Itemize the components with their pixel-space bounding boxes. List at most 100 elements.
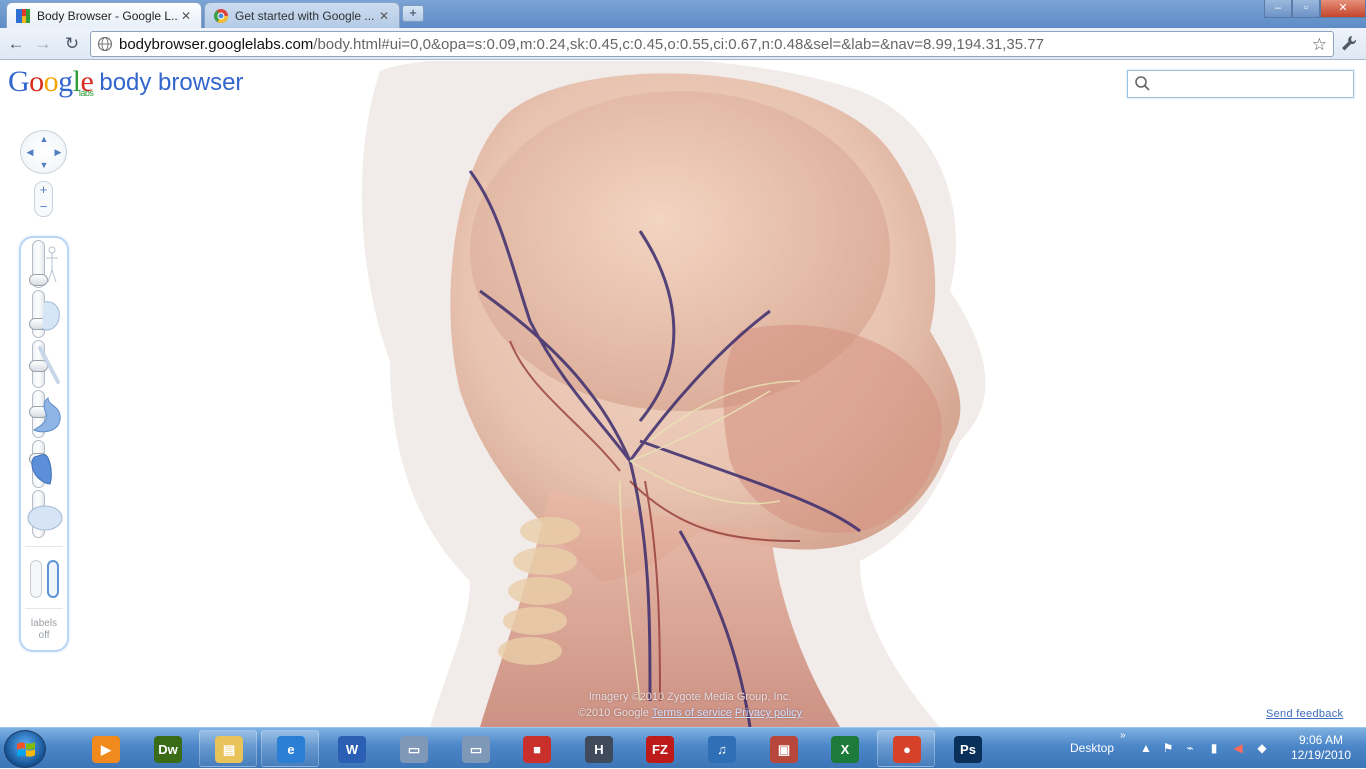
minimize-button[interactable]: –	[1264, 0, 1292, 18]
taskbar-explorer[interactable]: ▤	[199, 730, 257, 767]
taskbar-window-app-1[interactable]: ▭	[384, 730, 442, 767]
tab-get-started[interactable]: Get started with Google ... ✕	[204, 2, 400, 28]
layer-slider-organs[interactable]	[26, 390, 64, 438]
product-name: body browser	[99, 69, 244, 96]
taskbar-chrome[interactable]: ●	[877, 730, 935, 767]
image-app-icon: ▣	[770, 736, 798, 763]
clock-date: 12/19/2010	[1290, 748, 1352, 762]
google-body-browser-logo[interactable]: Google labs body browser	[8, 67, 244, 99]
pan-right-icon[interactable]: ▶	[53, 147, 63, 157]
tab-body-browser[interactable]: Body Browser - Google L... ✕	[6, 2, 202, 28]
taskbar-red-app[interactable]: ■	[507, 730, 565, 767]
desktop-toolbar-label[interactable]: Desktop	[1070, 741, 1114, 755]
network-signal-icon[interactable]: ▮	[1206, 740, 1222, 756]
window-app-2-icon: ▭	[462, 736, 490, 763]
taskbar-filezilla[interactable]: FZ	[630, 730, 688, 767]
pan-down-icon[interactable]: ▼	[39, 160, 49, 170]
taskbar-image-app[interactable]: ▣	[754, 730, 812, 767]
labels-toggle-off[interactable]	[30, 560, 42, 598]
labels-status-line2: off	[38, 630, 50, 641]
layer-slider-skeleton[interactable]	[26, 340, 64, 388]
pan-up-icon[interactable]: ▲	[39, 134, 49, 144]
terms-link[interactable]: Terms of service	[652, 707, 732, 719]
browser-toolbar: ← → ↻ bodybrowser.googlelabs.com /body.h…	[0, 28, 1366, 60]
pan-left-icon[interactable]: ◀	[25, 147, 35, 157]
red-app-icon: ■	[523, 736, 551, 763]
layer-slider-muscle[interactable]	[26, 290, 64, 338]
itunes-icon: ♫	[708, 736, 736, 763]
tab-title: Body Browser - Google L...	[37, 8, 179, 23]
taskbar-dreamweaver[interactable]: Dw	[138, 730, 196, 767]
tab-close-icon[interactable]: ✕	[179, 9, 193, 23]
close-window-button[interactable]: ✕	[1320, 0, 1366, 18]
usb-device-icon[interactable]: ⌁	[1182, 740, 1198, 756]
taskbar-h-app[interactable]: H	[569, 730, 627, 767]
layer-slider-skin[interactable]	[26, 240, 64, 288]
skin-figure-icon	[46, 246, 58, 283]
divider	[25, 608, 63, 609]
action-center-flag-icon[interactable]: ⚑	[1160, 740, 1176, 756]
taskbar-internet-explorer[interactable]: e	[261, 730, 319, 767]
start-button[interactable]	[4, 730, 46, 768]
taskbar-window-app-2[interactable]: ▭	[446, 730, 504, 767]
body-browser-page: Google labs body browser ▲ ▼ ◀ ▶ + − lab…	[0, 61, 1366, 727]
labels-toggle-on[interactable]	[47, 560, 59, 598]
send-feedback-link[interactable]: Send feedback	[1266, 708, 1343, 720]
zoom-in-button[interactable]: +	[35, 182, 52, 198]
desktop-chevron-icon[interactable]: »	[1120, 730, 1126, 741]
muscle-icon	[41, 301, 60, 331]
windows-taskbar: ▶ Dw ▤ e W ▭ ▭ ■ H FZ ♫ ▣ X ● Ps Desktop » ▲ ⚑ ⌁ ▮ ◀ ◆…	[0, 727, 1366, 768]
internet-explorer-icon: e	[277, 736, 305, 763]
wrench-menu-icon[interactable]	[1340, 34, 1358, 54]
search-icon	[1135, 76, 1150, 91]
heart-icon	[31, 454, 52, 485]
google-logo: Google labs	[8, 67, 94, 99]
maximize-button[interactable]: ▫	[1292, 0, 1320, 18]
privacy-link[interactable]: Privacy policy	[735, 707, 802, 719]
back-button[interactable]: ←	[6, 34, 26, 54]
chrome-favicon	[214, 8, 228, 23]
show-hidden-icons-icon[interactable]: ▲	[1138, 740, 1154, 756]
reload-button[interactable]: ↻	[62, 34, 82, 54]
volume-muted-icon[interactable]: ◀	[1230, 740, 1246, 756]
clock[interactable]: 9:06 AM 12/19/2010	[1284, 733, 1358, 763]
system-tray: Desktop » ▲ ⚑ ⌁ ▮ ◀ ◆ 9:06 AM 12/19/2010	[1062, 728, 1366, 769]
labs-label: labs	[78, 88, 94, 98]
filezilla-icon: FZ	[646, 736, 674, 763]
labels-status-line1: labels	[30, 618, 58, 629]
url-host: bodybrowser.googlelabs.com	[119, 35, 314, 53]
taskbar-itunes[interactable]: ♫	[692, 730, 750, 767]
search-box[interactable]	[1127, 70, 1354, 98]
page-globe-icon	[97, 36, 113, 52]
clock-time: 9:06 AM	[1298, 733, 1344, 747]
zoom-out-button[interactable]: −	[35, 199, 52, 215]
pan-control[interactable]: ▲ ▼ ◀ ▶	[20, 130, 67, 174]
imagery-credit: Imagery ©2010 Zygote Media Group, Inc.	[588, 691, 792, 703]
forward-button[interactable]: →	[33, 34, 53, 54]
dreamweaver-icon: Dw	[154, 736, 182, 763]
divider	[25, 546, 63, 547]
taskbar-photoshop[interactable]: Ps	[938, 730, 996, 767]
url-path: /body.html#ui=0,0&opa=s:0.09,m:0.24,sk:0…	[313, 35, 1044, 53]
tab-close-icon[interactable]: ✕	[377, 9, 391, 23]
google-copyright: ©2010 Google	[577, 707, 649, 719]
bookmark-star-icon[interactable]: ☆	[1312, 35, 1327, 55]
word-icon: W	[338, 736, 366, 763]
taskbar-word[interactable]: W	[322, 730, 380, 767]
address-bar[interactable]: bodybrowser.googlelabs.com /body.html#ui…	[90, 31, 1334, 57]
window-controls: – ▫ ✕	[1264, 0, 1366, 18]
media-player-icon: ▶	[92, 736, 120, 763]
taskbar-media-player[interactable]: ▶	[76, 730, 134, 767]
search-input[interactable]	[1156, 74, 1346, 94]
layer-slider-nervous[interactable]	[26, 490, 64, 538]
taskbar-excel[interactable]: X	[815, 730, 873, 767]
labels-toggle[interactable]	[30, 560, 60, 600]
attribution: Imagery ©2010 Zygote Media Group, Inc. ©…	[540, 689, 840, 721]
layer-slider-circulatory[interactable]	[26, 440, 64, 488]
new-tab-button[interactable]: +	[402, 5, 424, 22]
brain-icon	[27, 505, 63, 531]
anatomy-3d-view[interactable]	[300, 61, 1020, 727]
photoshop-icon: Ps	[954, 736, 982, 763]
dropbox-icon[interactable]: ◆	[1254, 740, 1270, 756]
h-app-icon: H	[585, 736, 613, 763]
